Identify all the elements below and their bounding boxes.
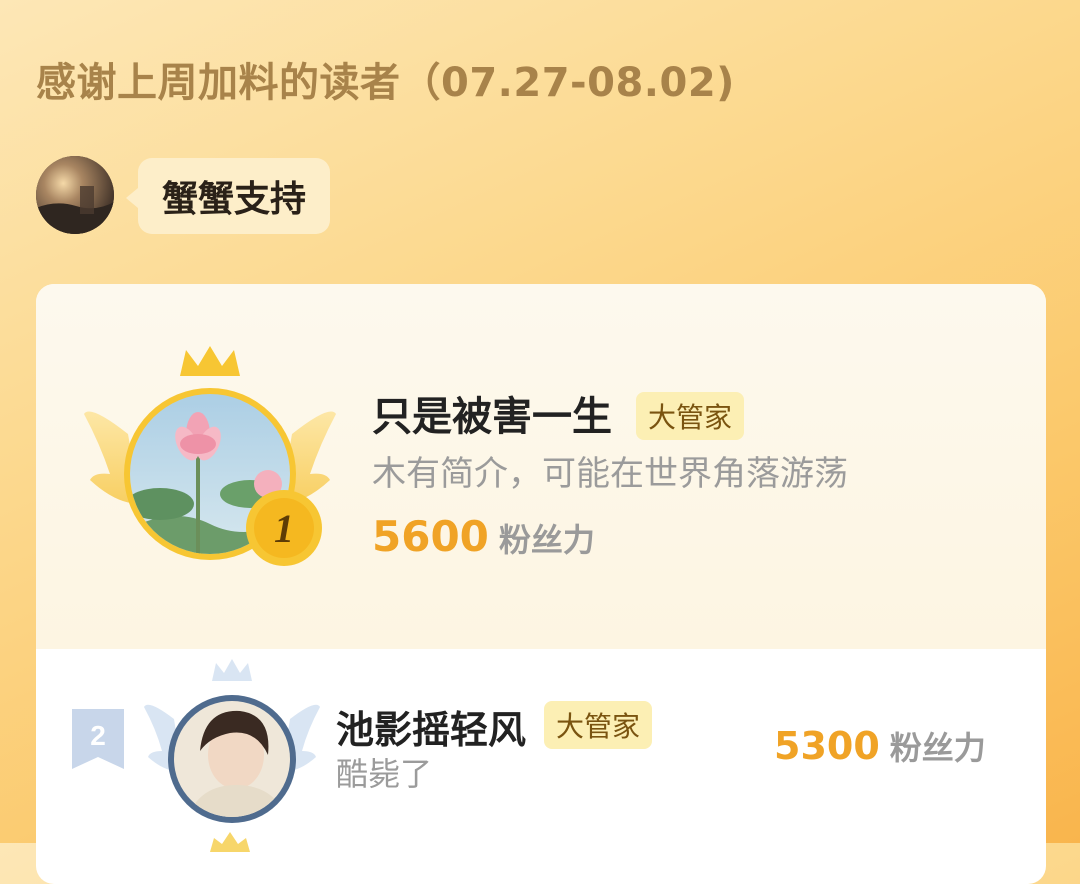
rank-2-name[interactable]: 池影摇轻风 xyxy=(336,699,526,754)
rank-1-score-value: 5600 xyxy=(372,512,489,561)
rank-1-badge: 大管家 xyxy=(636,392,745,440)
rank-2-entry[interactable]: 2 池影摇轻风 大管家 酷毙了 5300 粉丝力 xyxy=(36,649,1046,849)
rank-medal-icon: 1 xyxy=(246,490,322,566)
crown-icon xyxy=(180,346,240,376)
rank-1-score: 5600 粉丝力 xyxy=(372,512,595,561)
rank-2-score: 5300 粉丝力 xyxy=(774,723,986,769)
crown-icon xyxy=(210,832,250,852)
rank-1-score-unit: 粉丝力 xyxy=(498,521,595,559)
supporter-avatar[interactable] xyxy=(36,156,114,234)
rank-flag-icon: 2 xyxy=(72,709,124,769)
svg-text:1: 1 xyxy=(274,506,294,551)
rank-1-name[interactable]: 只是被害一生 xyxy=(372,384,612,442)
page-title: 感谢上周加料的读者（07.27-08.02) xyxy=(36,60,735,106)
leaderboard-card: 1 只是被害一生 大管家 木有简介，可能在世界角落游荡 5600 粉丝力 2 池… xyxy=(36,284,1046,884)
rank-1-bio: 木有简介，可能在世界角落游荡 xyxy=(372,454,848,494)
rank-1-avatar-emblem[interactable]: 1 xyxy=(80,344,340,584)
rank-2-avatar xyxy=(174,701,290,817)
rank-2-bio: 酷毙了 xyxy=(336,755,433,793)
crown-icon xyxy=(212,659,252,681)
rank-2-score-unit: 粉丝力 xyxy=(889,729,986,767)
rank-1-entry[interactable]: 1 只是被害一生 大管家 木有简介，可能在世界角落游荡 5600 粉丝力 xyxy=(36,284,1046,649)
svg-text:2: 2 xyxy=(90,720,106,751)
rank-2-score-value: 5300 xyxy=(774,724,880,768)
rank-2-avatar-emblem[interactable] xyxy=(144,659,320,839)
rank-2-badge: 大管家 xyxy=(544,701,653,749)
support-bubble: 蟹蟹支持 xyxy=(125,158,331,234)
